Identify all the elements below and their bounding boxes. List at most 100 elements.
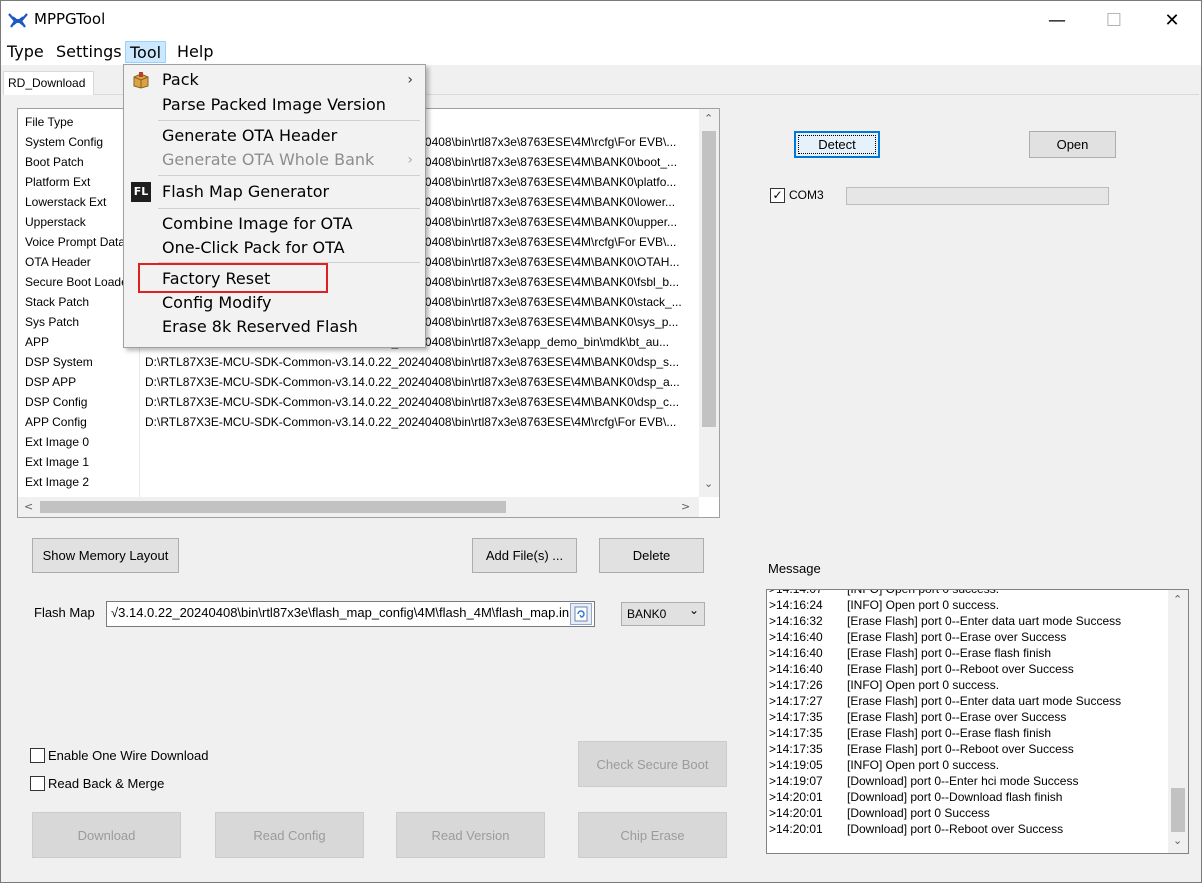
file-path-cell: D:\RTL87X3E-MCU-SDK-Common-v3.14.0.22_20… — [145, 415, 677, 429]
app-logo-icon — [8, 13, 28, 28]
menu-item-combine-image-for-ota[interactable]: Combine Image for OTA — [124, 212, 425, 236]
scroll-down-icon[interactable]: ⌄ — [1173, 834, 1182, 847]
scroll-thumb[interactable] — [40, 501, 506, 513]
menu-item-label: One-Click Pack for OTA — [162, 238, 345, 257]
chevron-right-icon: › — [407, 72, 413, 88]
maximize-button[interactable]: ☐ — [1085, 1, 1143, 39]
menu-item-label: Combine Image for OTA — [162, 214, 353, 233]
scroll-up-icon[interactable]: ⌃ — [704, 112, 713, 125]
message-log[interactable]: >14:14:07 [INFO] Open port 0 success. >14:… — [766, 589, 1189, 854]
file-type-cell: APP Config — [25, 415, 87, 429]
message-label: Message — [768, 561, 821, 576]
close-button[interactable]: ✕ — [1143, 1, 1201, 39]
flash-map-path-value: √3.14.0.22_20240408\bin\rtl87x3e\flash_m… — [111, 605, 572, 620]
flash-map-path-field[interactable]: √3.14.0.22_20240408\bin\rtl87x3e\flash_m… — [106, 601, 595, 627]
menu-settings[interactable]: Settings — [52, 41, 126, 63]
refresh-file-icon — [574, 606, 588, 622]
log-message: [Erase Flash] port 0--Erase over Success — [847, 710, 1067, 724]
file-type-cell: DSP Config — [25, 395, 88, 409]
menu-item-erase-8k-reserved-flash[interactable]: Erase 8k Reserved Flash — [124, 315, 425, 339]
column-header-file-type: File Type — [25, 115, 74, 129]
table-horizontal-scrollbar[interactable]: < > — [18, 497, 699, 517]
read-back-label: Read Back & Merge — [48, 776, 165, 791]
com3-checkbox[interactable]: ✓ — [770, 188, 785, 203]
menu-bar: Type Settings Tool Help — [1, 39, 1201, 65]
scroll-thumb[interactable] — [1171, 788, 1185, 832]
menu-separator — [158, 208, 420, 209]
log-timestamp: >14:16:40 — [769, 646, 823, 660]
one-wire-label: Enable One Wire Download — [48, 748, 209, 763]
app-window: MPPGTool — ☐ ✕ Type Settings Tool Help R… — [0, 0, 1202, 883]
download-button[interactable]: Download — [32, 812, 181, 858]
file-type-cell: Platform Ext — [25, 175, 91, 189]
com3-label: COM3 — [789, 188, 824, 202]
file-path-cell: D:\RTL87X3E-MCU-SDK-Common-v3.14.0.22_20… — [145, 395, 680, 409]
menu-item-one-click-pack-for-ota[interactable]: One-Click Pack for OTA — [124, 236, 425, 260]
menu-item-label: Flash Map Generator — [162, 182, 330, 201]
menu-item-config-modify[interactable]: Config Modify — [124, 291, 425, 315]
detect-button[interactable]: Detect — [794, 131, 880, 158]
menu-help[interactable]: Help — [173, 41, 217, 63]
file-type-cell: DSP System — [25, 355, 93, 369]
file-type-cell: Ext Image 2 — [25, 475, 90, 489]
file-path-cell: D:\RTL87X3E-MCU-SDK-Common-v3.14.0.22_20… — [145, 375, 680, 389]
file-type-cell: Upperstack — [25, 215, 86, 229]
log-timestamp: >14:17:35 — [769, 726, 823, 740]
bank-select[interactable]: BANK0 ⌄ — [621, 602, 705, 626]
table-row[interactable]: Ext Image 2 — [18, 472, 698, 492]
log-message: [Erase Flash] port 0--Erase over Success — [847, 630, 1067, 644]
browse-file-button[interactable] — [570, 603, 592, 625]
menu-type[interactable]: Type — [3, 41, 48, 63]
file-path-cell: D:\RTL87X3E-MCU-SDK-Common-v3.14.0.22_20… — [145, 355, 680, 369]
log-message: [INFO] Open port 0 success. — [847, 678, 1000, 692]
file-type-cell: Voice Prompt Data — [25, 235, 126, 249]
log-message: [INFO] Open port 0 success. — [847, 598, 1000, 612]
menu-item-parse-packed-image-version[interactable]: Parse Packed Image Version — [124, 93, 425, 117]
tab-rd-download[interactable]: RD_Download — [3, 71, 94, 95]
log-message: [INFO] Open port 0 success. — [847, 589, 1000, 596]
log-timestamp: >14:20:01 — [769, 822, 823, 836]
menu-item-flash-map-generator[interactable]: FL Flash Map Generator — [124, 180, 425, 204]
show-memory-layout-button[interactable]: Show Memory Layout — [32, 538, 179, 573]
scroll-right-icon[interactable]: > — [681, 500, 690, 513]
log-timestamp: >14:16:24 — [769, 598, 823, 612]
log-message: [Download] port 0--Enter hci mode Succes… — [847, 774, 1079, 788]
log-vertical-scrollbar[interactable]: ⌃ ⌄ — [1168, 590, 1188, 853]
chip-erase-button[interactable]: Chip Erase — [578, 812, 727, 858]
add-files-button[interactable]: Add File(s) ... — [472, 538, 577, 573]
file-type-cell: System Config — [25, 135, 104, 149]
delete-button[interactable]: Delete — [599, 538, 704, 573]
read-version-button[interactable]: Read Version — [396, 812, 545, 858]
menu-item-label: Generate OTA Whole Bank — [162, 150, 375, 169]
check-secure-boot-button[interactable]: Check Secure Boot — [578, 741, 727, 787]
tool-dropdown-menu: Pack › Parse Packed Image Version Generate … — [123, 64, 426, 348]
scroll-left-icon[interactable]: < — [24, 500, 33, 513]
read-config-button[interactable]: Read Config — [215, 812, 364, 858]
one-wire-checkbox[interactable] — [30, 748, 45, 763]
file-type-cell: Stack Patch — [25, 295, 90, 309]
log-message: [Download] port 0--Reboot over Success — [847, 822, 1064, 836]
table-row[interactable]: APP Config D:\RTL87X3E-MCU-SDK-Common-v3.… — [18, 412, 698, 432]
table-row[interactable]: DSP Config D:\RTL87X3E-MCU-SDK-Common-v3.… — [18, 392, 698, 412]
scroll-down-icon[interactable]: ⌄ — [704, 477, 713, 490]
log-timestamp: >14:20:01 — [769, 806, 823, 820]
menu-item-generate-ota-header[interactable]: Generate OTA Header — [124, 124, 425, 148]
menu-item-label: Config Modify — [162, 293, 272, 312]
read-back-checkbox[interactable] — [30, 776, 45, 791]
menu-tool[interactable]: Tool — [125, 41, 167, 63]
file-type-cell: Lowerstack Ext — [25, 195, 107, 209]
open-button[interactable]: Open — [1029, 131, 1116, 158]
com3-progress-bar — [846, 187, 1109, 205]
table-vertical-scrollbar[interactable]: ⌃ ⌄ — [699, 109, 719, 497]
scroll-up-icon[interactable]: ⌃ — [1173, 593, 1182, 606]
menu-item-generate-ota-whole-bank[interactable]: Generate OTA Whole Bank › — [124, 148, 425, 172]
title-bar[interactable]: MPPGTool — ☐ ✕ — [1, 1, 1201, 39]
table-row[interactable]: DSP APP D:\RTL87X3E-MCU-SDK-Common-v3.14.… — [18, 372, 698, 392]
table-row[interactable]: Ext Image 0 — [18, 432, 698, 452]
menu-item-pack[interactable]: Pack › — [124, 68, 425, 92]
table-row[interactable]: DSP System D:\RTL87X3E-MCU-SDK-Common-v3.… — [18, 352, 698, 372]
file-type-cell: DSP APP — [25, 375, 77, 389]
table-row[interactable]: Ext Image 1 — [18, 452, 698, 472]
scroll-thumb[interactable] — [702, 131, 716, 427]
minimize-button[interactable]: — — [1028, 1, 1086, 39]
